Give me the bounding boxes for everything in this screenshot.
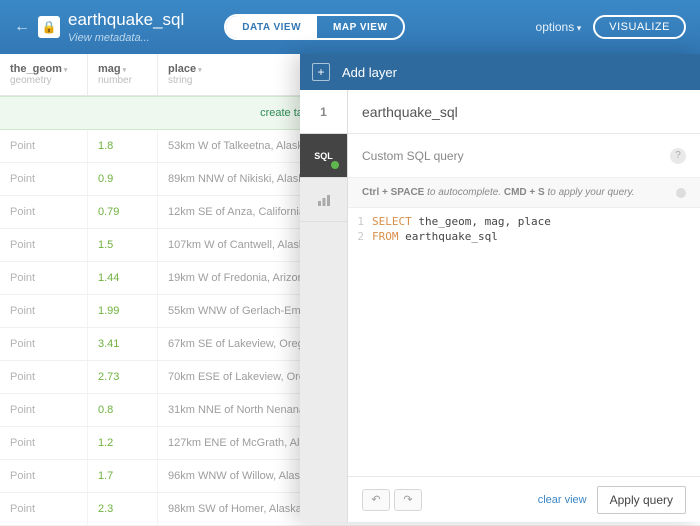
- column-name: the_geom: [10, 63, 77, 75]
- cell-geom: Point: [0, 394, 88, 426]
- cell-mag: 2.73: [88, 361, 158, 393]
- cell-mag: 1.7: [88, 460, 158, 492]
- sql-section-header: Custom SQL query ?: [348, 134, 700, 178]
- column-type: geometry: [10, 75, 77, 86]
- cell-mag: 1.2: [88, 427, 158, 459]
- cell-geom: Point: [0, 493, 88, 525]
- cell-geom: Point: [0, 163, 88, 195]
- dataset-title: earthquake_sql: [68, 10, 184, 30]
- clear-view-button[interactable]: clear view: [538, 494, 587, 506]
- map-view-tab[interactable]: MAP VIEW: [317, 16, 403, 38]
- add-layer-header[interactable]: + Add layer: [300, 54, 700, 90]
- bar-chart-icon: [317, 193, 331, 207]
- line-gutter: 12: [348, 214, 372, 476]
- cell-geom: Point: [0, 328, 88, 360]
- column-header-geom[interactable]: the_geom geometry: [0, 54, 88, 95]
- column-header-mag[interactable]: mag number: [88, 54, 158, 95]
- sql-footer: ↶ ↷ clear view Apply query: [348, 476, 700, 522]
- plus-icon: +: [312, 63, 330, 81]
- cell-mag: 1.44: [88, 262, 158, 294]
- layer-panel: + Add layer 1 SQL earthquake_sql Custom …: [300, 54, 700, 522]
- cell-geom: Point: [0, 361, 88, 393]
- add-layer-label: Add layer: [342, 65, 397, 80]
- cell-geom: Point: [0, 196, 88, 228]
- view-toggle: DATA VIEW MAP VIEW: [224, 14, 405, 40]
- undo-button[interactable]: ↶: [362, 489, 390, 511]
- redo-button[interactable]: ↷: [394, 489, 422, 511]
- cell-mag: 2.3: [88, 493, 158, 525]
- sql-shortcut-hint: Ctrl + SPACE to autocomplete. CMD + S to…: [348, 178, 700, 208]
- column-type: number: [98, 75, 147, 86]
- column-name: mag: [98, 63, 147, 75]
- help-icon[interactable]: ?: [670, 148, 686, 164]
- close-hint-icon[interactable]: [676, 188, 686, 198]
- cell-mag: 0.9: [88, 163, 158, 195]
- cell-geom: Point: [0, 427, 88, 459]
- sql-editor[interactable]: 12 SELECT the_geom, mag, place FROM eart…: [348, 208, 700, 476]
- cell-mag: 0.8: [88, 394, 158, 426]
- app-header: ← 🔒 earthquake_sql View metadata... DATA…: [0, 0, 700, 54]
- cell-mag: 1.99: [88, 295, 158, 327]
- lock-icon: 🔒: [38, 16, 60, 38]
- wizard-tab[interactable]: [300, 178, 347, 222]
- cell-mag: 3.41: [88, 328, 158, 360]
- data-view-tab[interactable]: DATA VIEW: [226, 16, 317, 38]
- options-dropdown[interactable]: options: [536, 20, 582, 34]
- visualize-button[interactable]: VISUALIZE: [593, 15, 686, 39]
- back-arrow-icon[interactable]: ←: [14, 18, 30, 36]
- cell-geom: Point: [0, 262, 88, 294]
- cell-geom: Point: [0, 295, 88, 327]
- layer-title: earthquake_sql: [348, 90, 700, 134]
- cell-geom: Point: [0, 460, 88, 492]
- apply-query-button[interactable]: Apply query: [597, 486, 686, 514]
- custom-sql-label: Custom SQL query: [362, 149, 464, 163]
- cell-mag: 1.5: [88, 229, 158, 261]
- layer-number-tab[interactable]: 1: [300, 90, 347, 134]
- sql-tab-label: SQL: [314, 151, 333, 161]
- cell-mag: 0.79: [88, 196, 158, 228]
- sql-active-dot-icon: [331, 161, 339, 169]
- view-metadata-link[interactable]: View metadata...: [68, 32, 184, 44]
- cell-mag: 1.8: [88, 130, 158, 162]
- cell-geom: Point: [0, 130, 88, 162]
- panel-sidebar: 1 SQL: [300, 90, 348, 522]
- cell-geom: Point: [0, 229, 88, 261]
- sql-tab[interactable]: SQL: [300, 134, 347, 178]
